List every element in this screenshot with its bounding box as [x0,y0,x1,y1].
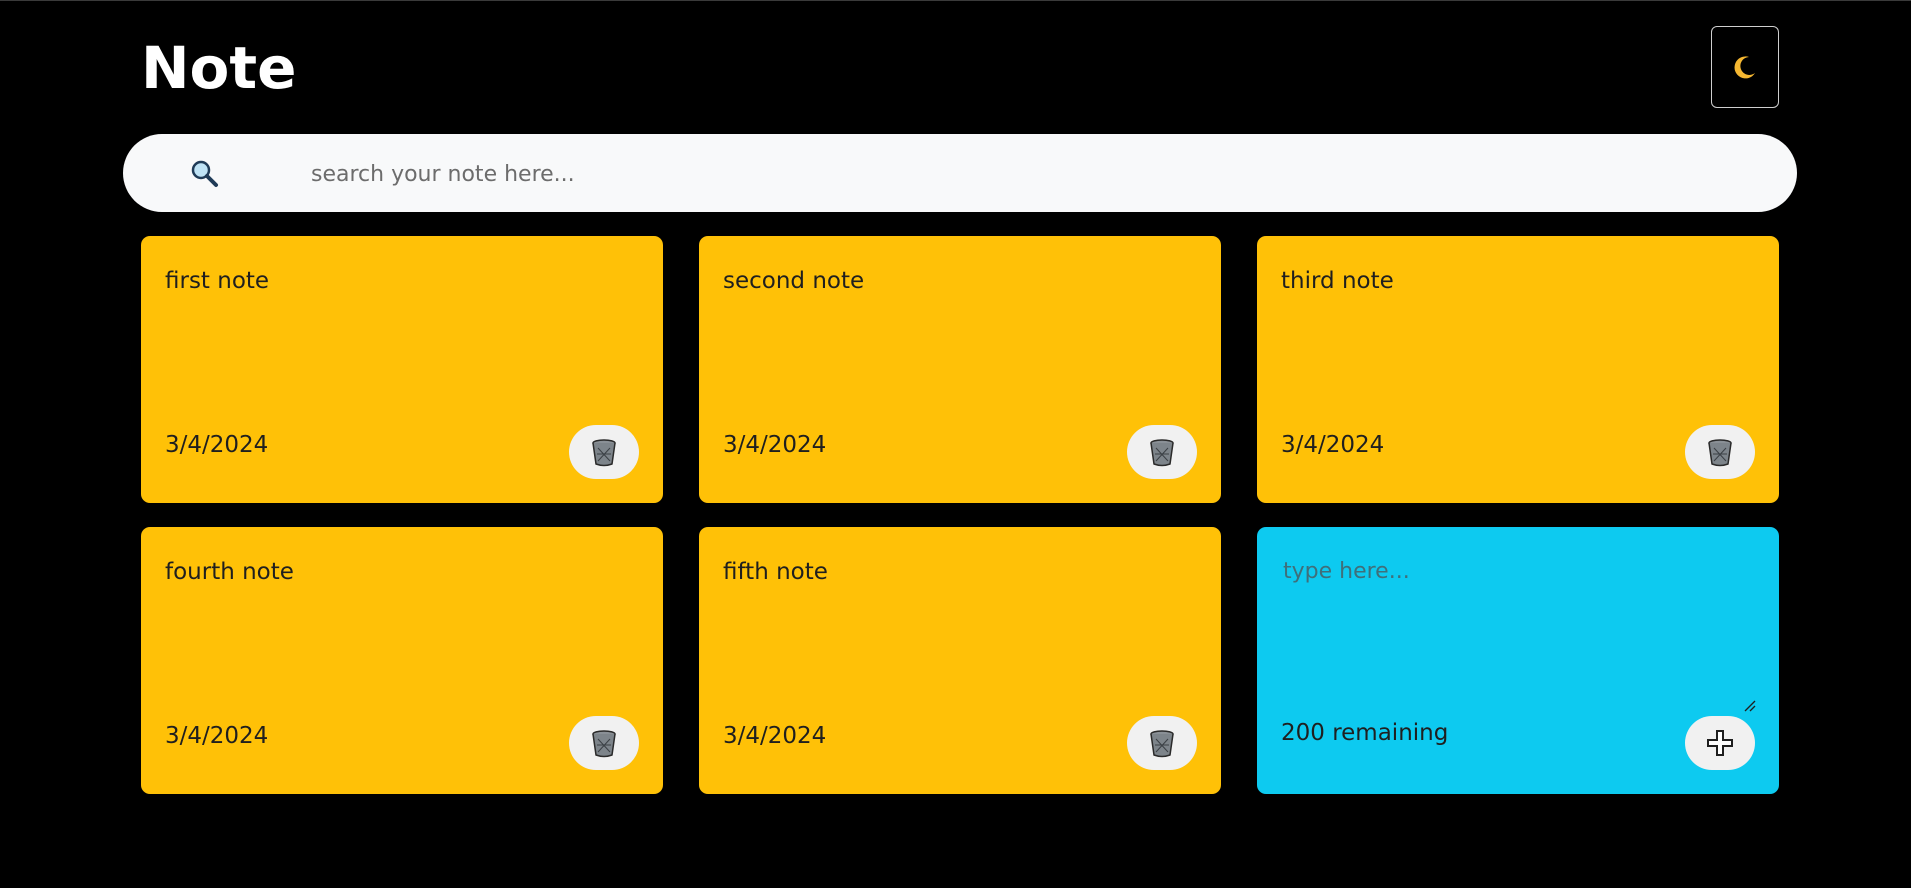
trash-icon [1708,439,1732,467]
note-date: 3/4/2024 [723,723,827,749]
note-date: 3/4/2024 [723,432,827,458]
search-bar [123,134,1797,212]
trash-icon [592,730,616,758]
note-card: fourth note 3/4/2024 [141,527,663,794]
note-card: second note 3/4/2024 [699,236,1221,503]
note-date: 3/4/2024 [165,432,269,458]
delete-note-button[interactable] [569,425,639,479]
trash-icon [592,439,616,467]
note-date: 3/4/2024 [165,723,269,749]
page-title: Note [141,34,297,102]
new-note-textarea[interactable] [1281,557,1755,701]
remaining-count: 200 remaining [1281,720,1449,746]
search-icon [191,160,218,187]
theme-toggle-button[interactable] [1711,26,1779,108]
note-card: first note 3/4/2024 [141,236,663,503]
note-text: fourth note [165,559,294,585]
note-text: third note [1281,268,1394,294]
note-text: first note [165,268,270,294]
note-card: third note 3/4/2024 [1257,236,1779,503]
delete-note-button[interactable] [1685,425,1755,479]
add-note-button[interactable] [1685,716,1755,770]
resize-grip-icon[interactable] [1743,699,1757,713]
delete-note-button[interactable] [569,716,639,770]
header: Note [141,26,1779,111]
notes-app: Note first note 3/4/2024 second note 3/4… [0,0,1911,888]
trash-icon [1150,439,1174,467]
delete-note-button[interactable] [1127,425,1197,479]
moon-icon [1734,56,1755,79]
note-date: 3/4/2024 [1281,432,1385,458]
search-input[interactable] [309,152,1753,196]
delete-note-button[interactable] [1127,716,1197,770]
note-text: second note [723,268,865,294]
note-text: fifth note [723,559,828,585]
plus-icon [1707,730,1733,756]
new-note-card: 200 remaining [1257,527,1779,794]
note-card: fifth note 3/4/2024 [699,527,1221,794]
trash-icon [1150,730,1174,758]
